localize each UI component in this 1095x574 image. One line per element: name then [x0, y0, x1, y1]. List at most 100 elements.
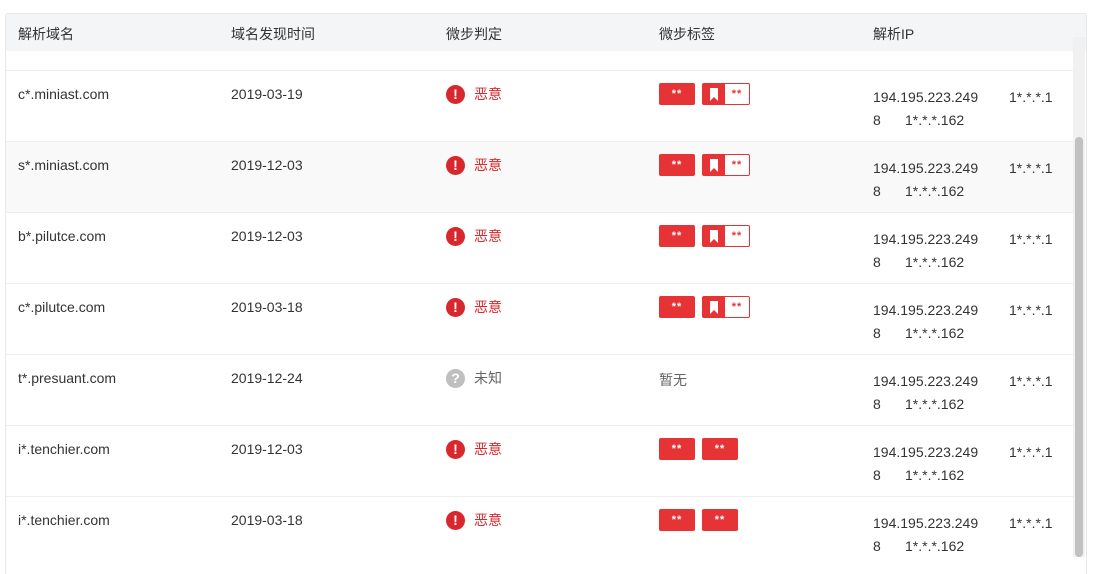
- bookmark-tag-label: **: [731, 159, 743, 171]
- resolved-ip-cell: 194.195.223.249 1*.*.*.1 8 1*.*.*.162: [873, 157, 1063, 203]
- ip-address-wrap: 8: [873, 325, 881, 341]
- resolved-ip-cell: 194.195.223.249 1*.*.*.1 8 1*.*.*.162: [873, 228, 1063, 274]
- verdict: ! 恶意: [446, 439, 502, 459]
- ip-address: 1*.*.*.162: [905, 183, 965, 199]
- verdict-label: 恶意: [474, 441, 502, 457]
- threat-tag[interactable]: **: [659, 509, 695, 531]
- table-row[interactable]: c*.pilutce.com 2019-03-18! 恶意 ** ** 194.195.2…: [6, 283, 1074, 355]
- tags-cell: ** **: [659, 154, 750, 176]
- header-found-time: 域名发现时间: [231, 26, 315, 42]
- verdict: ! 恶意: [446, 510, 502, 530]
- bookmark-tag[interactable]: **: [702, 225, 750, 247]
- tags-cell: ** **: [659, 225, 750, 247]
- table-body: c*.miniast.com 2019-03-19! 恶意 ** ** 194.195.2…: [6, 51, 1074, 571]
- resolved-ip-cell: 194.195.223.249 1*.*.*.1 8 1*.*.*.162: [873, 370, 1063, 416]
- verdict-label: 恶意: [474, 299, 502, 315]
- threat-tag[interactable]: **: [659, 154, 695, 176]
- tags-cell: ** **: [659, 509, 745, 531]
- ip-address: 194.195.223.249: [873, 231, 979, 247]
- verdict-label: 恶意: [474, 228, 502, 244]
- domain-link[interactable]: t*.presuant.com: [18, 370, 116, 386]
- threat-tag[interactable]: **: [659, 296, 695, 318]
- ip-address: 1*.*.*.162: [905, 538, 965, 554]
- exclamation-circle-icon: !: [446, 297, 465, 317]
- table-row[interactable]: t*.presuant.com 2019-12-24? 未知 暂无 194.195.22…: [6, 354, 1074, 426]
- ip-address: 194.195.223.249: [873, 444, 979, 460]
- tags-cell: ** **: [659, 438, 745, 460]
- ip-address: 1*.*.*.1: [1009, 302, 1053, 318]
- exclamation-circle-icon: !: [446, 226, 465, 246]
- ip-address-wrap: 8: [873, 112, 881, 128]
- table-row[interactable]: b*.pilutce.com 2019-12-03! 恶意 ** ** 194.195.2…: [6, 212, 1074, 284]
- verdict-label: 恶意: [474, 157, 502, 173]
- domain-link[interactable]: i*.tenchier.com: [18, 512, 110, 528]
- ip-address-wrap: 8: [873, 396, 881, 412]
- header-verdict: 微步判定: [446, 26, 502, 42]
- ip-address: 1*.*.*.162: [905, 112, 965, 128]
- tags-cell: 暂无: [659, 367, 687, 390]
- domain-link[interactable]: c*.pilutce.com: [18, 299, 105, 315]
- bookmark-icon: [703, 297, 725, 317]
- ip-address: 1*.*.*.1: [1009, 89, 1053, 105]
- exclamation-circle-icon: !: [446, 439, 465, 459]
- verdict: ? 未知: [446, 368, 502, 388]
- table-row[interactable]: i*.tenchier.com 2019-12-03! 恶意 ** ** 194.195.…: [6, 425, 1074, 497]
- verdict: ! 恶意: [446, 297, 502, 317]
- found-date: 2019-12-24: [231, 370, 303, 386]
- ip-address-wrap: 8: [873, 467, 881, 483]
- resolved-ip-cell: 194.195.223.249 1*.*.*.1 8 1*.*.*.162: [873, 299, 1063, 345]
- ip-address: 1*.*.*.162: [905, 254, 965, 270]
- ip-address: 1*.*.*.162: [905, 396, 965, 412]
- found-date: 2019-12-03: [231, 441, 303, 457]
- threat-tag[interactable]: **: [702, 509, 738, 531]
- verdict: ! 恶意: [446, 155, 502, 175]
- bookmark-tag-label: **: [731, 230, 743, 242]
- bookmark-tag[interactable]: **: [702, 296, 750, 318]
- bookmark-tag-label: **: [731, 88, 743, 100]
- ip-address: 1*.*.*.1: [1009, 515, 1053, 531]
- tags-cell: ** **: [659, 83, 750, 105]
- verdict-label: 恶意: [474, 86, 502, 102]
- verdict: ! 恶意: [446, 84, 502, 104]
- threat-tag[interactable]: **: [659, 225, 695, 247]
- header-ip: 解析IP: [873, 26, 915, 42]
- domain-link[interactable]: s*.miniast.com: [18, 157, 109, 173]
- verdict-label: 恶意: [474, 512, 502, 528]
- bookmark-icon: [703, 155, 725, 175]
- ip-address-wrap: 8: [873, 538, 881, 554]
- exclamation-circle-icon: !: [446, 510, 465, 530]
- ip-address: 1*.*.*.1: [1009, 373, 1053, 389]
- ip-address: 1*.*.*.1: [1009, 160, 1053, 176]
- vertical-scrollbar[interactable]: [1073, 37, 1085, 557]
- domain-link[interactable]: b*.pilutce.com: [18, 228, 106, 244]
- domain-link[interactable]: i*.tenchier.com: [18, 441, 110, 457]
- threat-tag[interactable]: **: [659, 438, 695, 460]
- bookmark-icon: [703, 226, 725, 246]
- bookmark-tag[interactable]: **: [702, 83, 750, 105]
- exclamation-circle-icon: !: [446, 84, 465, 104]
- found-date: 2019-03-19: [231, 86, 303, 102]
- domain-table: 解析域名 域名发现时间 微步判定 微步标签 解析IP c*.miniast.co…: [5, 13, 1087, 574]
- bookmark-tag-label: **: [731, 301, 743, 313]
- found-date: 2019-03-18: [231, 512, 303, 528]
- question-circle-icon: ?: [446, 368, 465, 388]
- threat-tag[interactable]: **: [702, 438, 738, 460]
- found-date: 2019-03-18: [231, 299, 303, 315]
- bookmark-icon: [703, 84, 725, 104]
- bookmark-tag[interactable]: **: [702, 154, 750, 176]
- table-row[interactable]: s*.miniast.com 2019-12-03! 恶意 ** ** 194.195.2…: [6, 141, 1074, 213]
- ip-address-wrap: 8: [873, 183, 881, 199]
- table-row[interactable]: i*.tenchier.com 2019-03-18! 恶意 ** ** 194.195.…: [6, 496, 1074, 568]
- ip-address: 194.195.223.249: [873, 89, 979, 105]
- header-tags: 微步标签: [659, 26, 715, 42]
- ip-address: 194.195.223.249: [873, 515, 979, 531]
- domain-link[interactable]: c*.miniast.com: [18, 86, 109, 102]
- ip-address: 1*.*.*.162: [905, 325, 965, 341]
- ip-address: 194.195.223.249: [873, 302, 979, 318]
- scrollbar-thumb[interactable]: [1075, 137, 1083, 557]
- threat-tag[interactable]: **: [659, 83, 695, 105]
- tags-cell: ** **: [659, 296, 750, 318]
- table-row[interactable]: c*.miniast.com 2019-03-19! 恶意 ** ** 194.195.2…: [6, 70, 1074, 142]
- ip-address: 1*.*.*.162: [905, 467, 965, 483]
- ip-address: 1*.*.*.1: [1009, 231, 1053, 247]
